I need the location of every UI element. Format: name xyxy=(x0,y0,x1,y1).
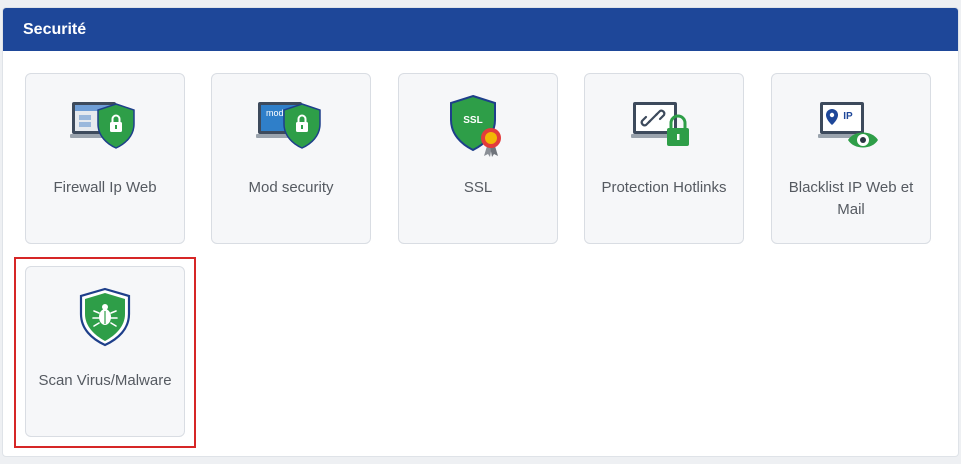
tile-blacklist-ip[interactable]: IP Blacklist IP Web et Mail xyxy=(771,73,931,244)
tile-label: Mod security xyxy=(248,179,334,196)
panel-title: Securité xyxy=(3,8,958,51)
tile-ssl[interactable]: SSL SSL xyxy=(398,73,558,244)
mod-security-icon: mod xyxy=(212,94,370,158)
hotlink-protection-icon xyxy=(585,94,743,158)
tile-mod-security[interactable]: mod Mod security xyxy=(211,73,371,244)
tile-label: SSL xyxy=(463,179,493,196)
tile-label: Scan Virus/Malware xyxy=(38,372,172,389)
tile-label: Protection Hotlinks xyxy=(601,179,727,196)
tile-label: Blacklist IP Web et Mail xyxy=(788,179,914,218)
virus-scan-icon xyxy=(26,287,184,351)
tile-firewall-ip-web[interactable]: Firewall Ip Web xyxy=(25,73,185,244)
tile-label: Firewall Ip Web xyxy=(53,179,157,196)
blacklist-ip-icon: IP xyxy=(772,94,930,158)
ssl-icon: SSL xyxy=(399,94,557,158)
svg-text:SSL: SSL xyxy=(463,115,482,126)
tile-protection-hotlinks[interactable]: Protection Hotlinks xyxy=(584,73,744,244)
tile-scan-virus-malware[interactable]: Scan Virus/Malware xyxy=(25,266,185,437)
svg-text:mod: mod xyxy=(266,108,284,118)
firewall-icon xyxy=(26,94,184,158)
svg-text:IP: IP xyxy=(843,111,853,122)
